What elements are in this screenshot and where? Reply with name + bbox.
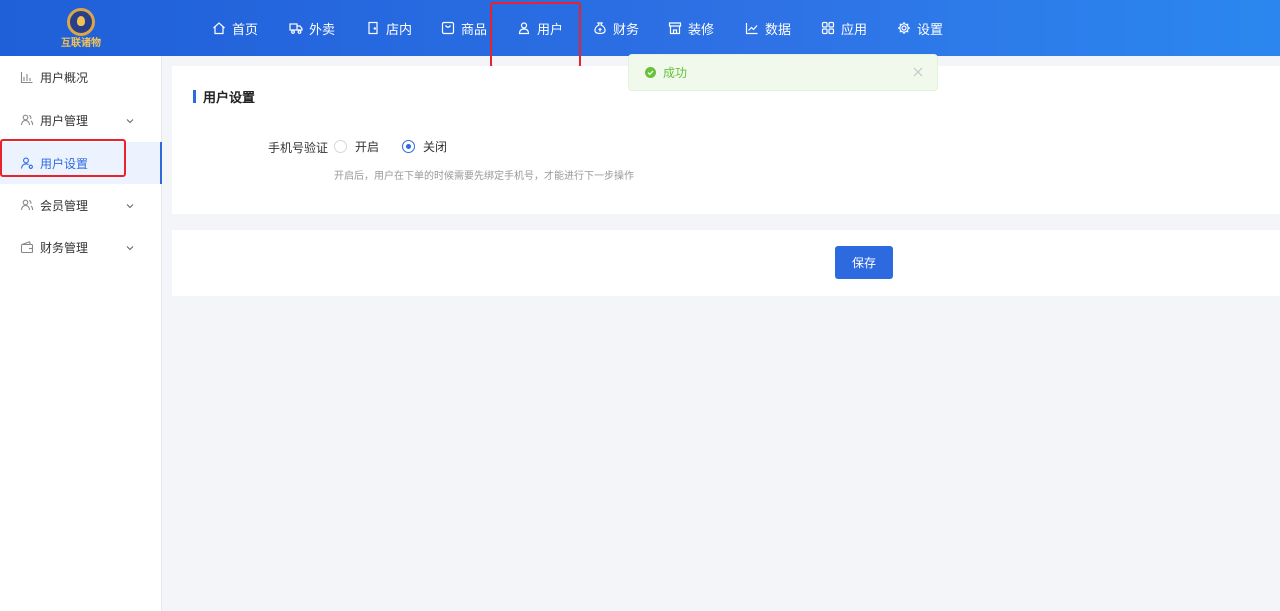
phone-verify-help-text: 开启后，用户在下单的时候需要先绑定手机号，才能进行下一步操作	[334, 171, 634, 182]
nav-goods-label: 商品	[461, 21, 488, 37]
nav-finance-label: 财务	[613, 21, 640, 37]
radio-circle[interactable]	[334, 140, 347, 153]
nav-apps[interactable]: 应用	[821, 0, 867, 56]
toast-message: 成功	[663, 66, 688, 80]
radio-disable[interactable]: 关闭	[402, 138, 447, 155]
nav-home[interactable]: 首页	[212, 0, 258, 56]
radio-disable-label: 关闭	[423, 140, 448, 154]
top-navigation-bar: 互联诸物 首页 外卖 店内 商品 用户 财务 装修 数据 应用 设置	[0, 0, 1280, 56]
chevron-down-icon	[126, 199, 134, 209]
success-toast: 成功	[628, 54, 938, 91]
nav-goods[interactable]: 商品	[441, 0, 487, 56]
radio-enable-label: 开启	[355, 140, 380, 154]
lightbulb-icon	[67, 8, 95, 36]
radio-circle[interactable]	[402, 140, 415, 153]
nav-delivery[interactable]: 外卖	[289, 0, 335, 56]
nav-decoration-label: 装修	[688, 21, 715, 37]
highlight-box-sidebar-user-settings	[0, 139, 126, 177]
delivery-icon	[289, 21, 303, 35]
store-door-icon	[366, 21, 380, 35]
home-icon	[212, 21, 226, 35]
goods-icon	[441, 21, 455, 35]
sidebar-item-user-management[interactable]: 用户管理	[0, 99, 162, 141]
chart-icon	[745, 21, 759, 35]
section-title: 用户设置	[193, 88, 255, 105]
highlight-box-nav-user	[490, 2, 581, 68]
save-button[interactable]: 保存	[835, 246, 893, 279]
nav-delivery-label: 外卖	[309, 21, 336, 37]
sidebar-item-label: 财务管理	[40, 240, 89, 255]
app-logo[interactable]: 互联诸物	[58, 8, 104, 50]
nav-data-label: 数据	[765, 21, 792, 37]
sidebar-item-user-overview[interactable]: 用户概况	[0, 56, 162, 98]
logo-text: 互联诸物	[61, 38, 101, 49]
sidebar-item-finance-management[interactable]: 财务管理	[0, 226, 162, 268]
nav-home-label: 首页	[232, 21, 259, 37]
nav-decoration[interactable]: 装修	[668, 0, 714, 56]
chevron-down-icon	[126, 114, 134, 124]
nav-apps-label: 应用	[841, 21, 868, 37]
action-bar: 保存	[172, 230, 1280, 296]
nav-in-store[interactable]: 店内	[366, 0, 412, 56]
sidebar-item-label: 用户管理	[40, 113, 89, 128]
nav-finance[interactable]: 财务	[593, 0, 639, 56]
apps-icon	[821, 21, 835, 35]
sidebar-item-label: 用户概况	[40, 70, 89, 85]
nav-data[interactable]: 数据	[745, 0, 791, 56]
phone-verify-label: 手机号验证	[268, 141, 329, 155]
shop-decor-icon	[668, 21, 682, 35]
money-bag-icon	[593, 21, 607, 35]
users-icon	[20, 113, 34, 127]
radio-enable[interactable]: 开启	[334, 138, 379, 155]
nav-settings[interactable]: 设置	[897, 0, 943, 56]
wallet-icon	[20, 240, 34, 254]
gear-icon	[897, 21, 911, 35]
chevron-down-icon	[126, 241, 134, 251]
bar-chart-icon	[20, 70, 34, 84]
sidebar-item-member-management[interactable]: 会员管理	[0, 184, 162, 226]
nav-in-store-label: 店内	[386, 21, 413, 37]
sidebar-item-label: 会员管理	[40, 198, 89, 213]
nav-settings-label: 设置	[917, 21, 944, 37]
check-circle-icon	[645, 67, 656, 78]
members-icon	[20, 198, 34, 212]
close-icon[interactable]	[913, 67, 923, 77]
